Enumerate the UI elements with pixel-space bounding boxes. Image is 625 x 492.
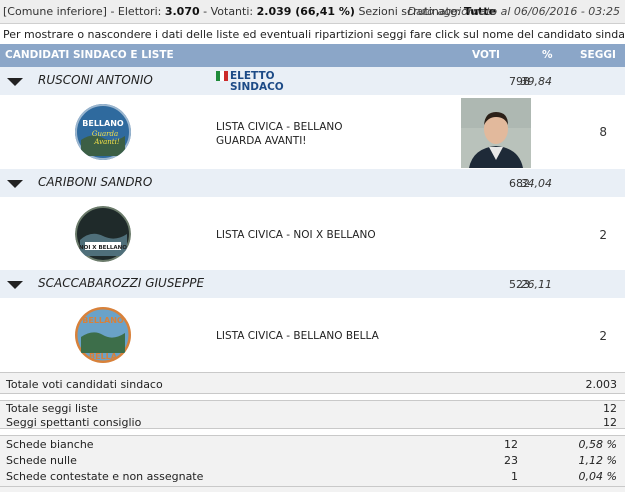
total-votes-value: 2.003 [585, 378, 618, 391]
logo-text: Guarda [92, 130, 118, 138]
instructions-text: Per mostrare o nascondere i dati delle l… [3, 28, 625, 41]
list-name: LISTA CIVICA - BELLANO BELLA [216, 330, 379, 342]
electors-label: - Elettori: [110, 5, 162, 18]
elected-line2: SINDACO [230, 81, 284, 93]
header-seats: SEGGI [580, 49, 616, 61]
candidate-row-rusconi[interactable]: RUSCONI ANTONIO 798 39,84 [0, 67, 625, 95]
divider [0, 486, 625, 487]
candidate-photo [461, 98, 531, 168]
list-row: BELLANO Guarda Avanti! LISTA CIVICA - BE… [0, 95, 625, 169]
list-seats: 8 [599, 125, 607, 139]
candidate-row-cariboni[interactable]: CARIBONI SANDRO 682 34,04 [0, 169, 625, 197]
null-ballots-label: Schede nulle [6, 454, 77, 467]
contested-ballots-percent: 0,04 % [578, 470, 617, 483]
header-votes: VOTI [472, 49, 500, 61]
list-seats: 2 [599, 329, 607, 343]
candidate-name[interactable]: CARIBONI SANDRO [38, 175, 152, 189]
list-logo-image: NOI X BELLANO [75, 206, 131, 262]
italian-flag-icon [216, 71, 228, 81]
elected-mayor-badge: ELETTO SINDACO [216, 71, 284, 93]
list-logo-image: BELLANO BELLA [75, 307, 131, 363]
info-bar: [Comune inferiore] - Elettori: 3.070 - V… [0, 0, 625, 24]
blank-ballots-percent: 0,58 % [578, 438, 617, 451]
list-logo-noi-x-bellano: NOI X BELLANO [75, 206, 131, 262]
logo-text: Avanti! [93, 138, 119, 146]
logo-text: NOI X BELLANO [79, 245, 127, 251]
list-logo-bellano-bella: BELLANO BELLA [75, 307, 131, 363]
null-ballots-percent: 1,12 % [578, 454, 617, 467]
list-name-line2: GUARDA AVANTI! [216, 135, 307, 147]
list-name-line1: LISTA CIVICA - BELLANO [216, 121, 343, 133]
total-votes-label: Totale voti candidati sindaco [6, 378, 163, 391]
contested-ballots-value: 1 [511, 470, 518, 483]
logo-text: BELLANO [82, 316, 124, 325]
expand-triangle-icon[interactable] [7, 281, 23, 289]
header-candidates: CANDIDATI SINDACO E LISTE [5, 49, 174, 61]
list-logo-guarda-avanti: BELLANO Guarda Avanti! [75, 104, 131, 160]
elected-text: ELETTO SINDACO [230, 71, 284, 93]
contested-ballots-label: Schede contestate e non assegnate [6, 470, 204, 483]
voters-label: - Votanti: [203, 5, 254, 18]
blank-ballots-label: Schede bianche [6, 438, 94, 451]
voters-value: 2.039 (66,41 %) [256, 5, 355, 18]
list-seats: 2 [599, 228, 607, 242]
logo-text: BELLA [89, 352, 118, 361]
list-row: BELLANO BELLA LISTA CIVICA - BELLANO BEL… [0, 298, 625, 372]
candidate-percent: 34,04 [520, 177, 553, 190]
list-row: NOI X BELLANO LISTA CIVICA - NOI X BELLA… [0, 197, 625, 270]
logo-text: BELLANO [82, 119, 124, 128]
list-logo-image: BELLANO Guarda Avanti! [75, 104, 131, 160]
electors-value: 3.070 [164, 5, 200, 18]
candidate-percent: 26,11 [520, 278, 553, 291]
expand-triangle-icon[interactable] [7, 78, 23, 86]
candidate-name[interactable]: SCACCABAROZZI GIUSEPPE [38, 276, 204, 290]
list-name: LISTA CIVICA - BELLANO GUARDA AVANTI! [216, 120, 343, 148]
blank-ballots-value: 12 [504, 438, 518, 451]
candidate-name[interactable]: RUSCONI ANTONIO [38, 73, 153, 87]
expand-triangle-icon[interactable] [7, 180, 23, 188]
candidate-portrait [461, 98, 531, 168]
total-list-seats-value: 12 [603, 402, 617, 415]
header-percent: % [542, 49, 553, 61]
candidate-row-scaccabarozzi[interactable]: SCACCABAROZZI GIUSEPPE 523 26,11 [0, 270, 625, 298]
update-timestamp: Dato aggiornato al 06/06/2016 - 03:25 [407, 5, 620, 18]
list-name: LISTA CIVICA - NOI X BELLANO [216, 229, 376, 241]
section-label: [Comune inferiore] [3, 5, 107, 18]
candidate-percent: 39,84 [520, 75, 553, 88]
table-header: CANDIDATI SINDACO E LISTE VOTI % SEGGI [0, 44, 625, 67]
total-list-seats-label: Totale seggi liste [6, 402, 98, 415]
null-ballots-value: 23 [504, 454, 518, 467]
